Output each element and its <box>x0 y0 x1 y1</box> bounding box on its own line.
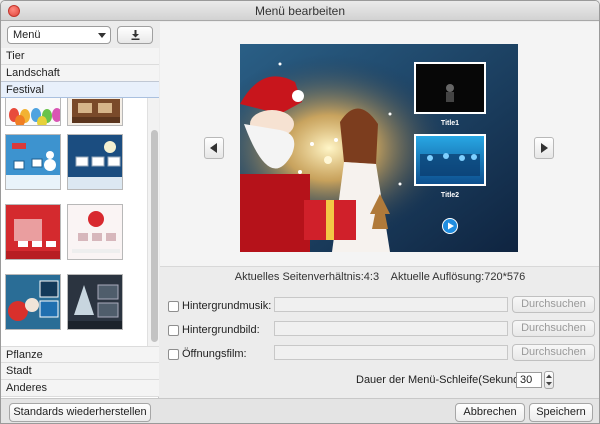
background-image-checkbox[interactable] <box>168 325 179 336</box>
easter-eggs-preview <box>6 98 60 125</box>
restore-defaults-button[interactable]: Standards wiederherstellen <box>9 403 151 422</box>
red-gift-preview <box>6 205 60 259</box>
scrollbar-knob[interactable] <box>151 130 158 342</box>
template-thumbnail[interactable] <box>67 274 123 330</box>
strawberry-preview <box>68 205 122 259</box>
christmas-snowman-preview <box>6 135 60 189</box>
background-music-path-field[interactable] <box>274 297 508 312</box>
next-page-button[interactable] <box>534 137 554 159</box>
menu-editor-window: Menü bearbeiten Menü Tier Landschaft Fes… <box>0 0 600 424</box>
opening-film-label: Öffnungsfilm: <box>182 348 247 360</box>
title-bar: Menü bearbeiten <box>1 1 599 21</box>
category-stadt[interactable]: Stadt <box>1 363 159 380</box>
background-music-browse-button[interactable]: Durchsuchen <box>512 296 595 313</box>
background-music-checkbox[interactable] <box>168 301 179 312</box>
template-thumbnail[interactable] <box>67 204 123 260</box>
title-2-label: Title2 <box>440 192 460 199</box>
opening-film-browse-button[interactable]: Durchsuchen <box>512 344 595 361</box>
category-tier[interactable]: Tier <box>1 48 159 65</box>
category-landschaft[interactable]: Landschaft <box>1 65 159 82</box>
template-thumbnail[interactable] <box>67 98 123 126</box>
template-thumbnail[interactable] <box>5 134 61 190</box>
christmas-tree-preview <box>68 275 122 329</box>
stepper-icon <box>546 374 552 386</box>
background-image-browse-button[interactable]: Durchsuchen <box>512 320 595 337</box>
background-music-label: Hintergrundmusik: <box>182 300 272 312</box>
download-templates-button[interactable] <box>117 26 153 44</box>
cancel-button[interactable]: Abbrechen <box>455 403 525 422</box>
category-pflanze[interactable]: Pflanze <box>1 346 159 363</box>
title-1-thumbnail[interactable] <box>414 62 486 114</box>
template-thumbnail[interactable] <box>5 274 61 330</box>
previous-page-button[interactable] <box>204 137 224 159</box>
template-type-select[interactable]: Menü <box>7 26 111 44</box>
title-2-thumbnail[interactable] <box>414 134 486 186</box>
template-thumbnail-grid <box>1 98 147 346</box>
template-panel: Menü Tier Landschaft Festival Pflanze St… <box>1 22 159 398</box>
category-festival[interactable]: Festival <box>1 81 159 98</box>
menu-preview-panel: Title1 Title2 Aktuelles Seitenverhältnis… <box>160 22 599 398</box>
loop-duration-input[interactable]: 30 <box>516 372 542 388</box>
window-title: Menü bearbeiten <box>254 4 346 18</box>
download-icon <box>131 30 140 40</box>
preview-area: Title1 Title2 <box>160 22 599 267</box>
title-2-video-frame <box>420 153 480 176</box>
chevron-right-icon <box>541 143 548 153</box>
opening-film-checkbox[interactable] <box>168 349 179 360</box>
dialog-footer: Standards wiederherstellen Abbrechen Spe… <box>1 398 599 423</box>
template-toolbar: Menü <box>1 22 159 48</box>
background-image-label: Hintergrundbild: <box>182 324 260 336</box>
title-1-video-frame <box>446 84 454 102</box>
wooden-frame-preview <box>68 98 122 125</box>
thumbnail-scrollbar[interactable] <box>147 98 159 346</box>
play-icon[interactable] <box>442 218 458 234</box>
christmas-sleigh-preview <box>68 135 122 189</box>
chevron-left-icon <box>210 143 217 153</box>
template-thumbnail[interactable] <box>5 98 61 126</box>
chevron-down-icon <box>98 33 106 38</box>
background-image-path-field[interactable] <box>274 321 508 336</box>
save-button[interactable]: Speichern <box>529 403 593 422</box>
opening-film-path-field[interactable] <box>274 345 508 360</box>
loop-duration-stepper[interactable] <box>544 371 554 389</box>
menu-preview: Title1 Title2 <box>240 44 518 252</box>
category-anderes[interactable]: Anderes <box>1 380 159 397</box>
aspect-resolution-info: Aktuelles Seitenverhältnis:4:3 Aktuelle … <box>234 271 526 283</box>
template-thumbnail[interactable] <box>5 204 61 260</box>
template-type-value: Menü <box>13 29 41 41</box>
santa-girl-preview <box>6 275 60 329</box>
loop-duration-label: Dauer der Menü-Schleife(Sekunde): <box>356 374 533 386</box>
title-1-label: Title1 <box>440 120 460 127</box>
template-thumbnail[interactable] <box>67 134 123 190</box>
